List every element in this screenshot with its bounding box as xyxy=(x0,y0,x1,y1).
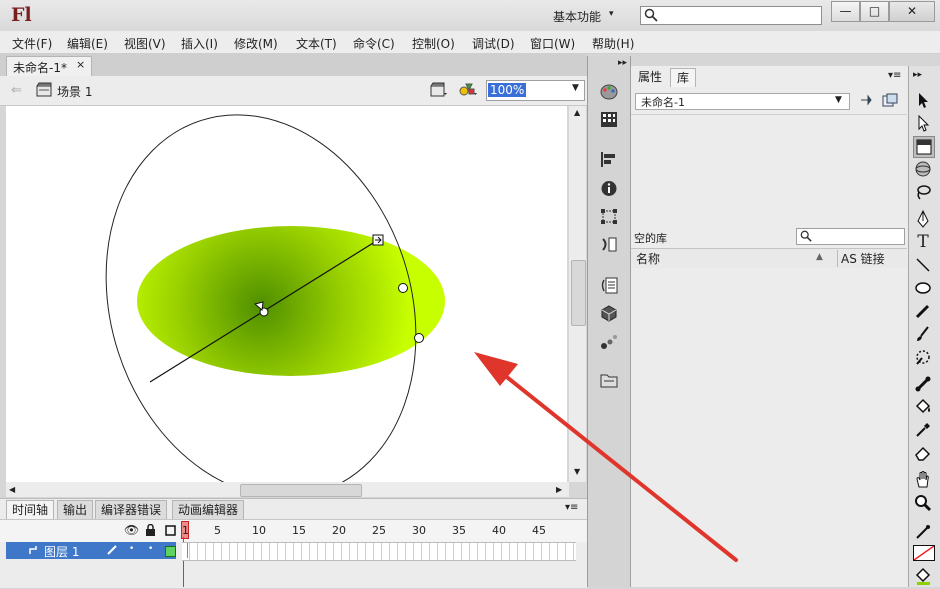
annotation-arrow xyxy=(474,352,738,562)
